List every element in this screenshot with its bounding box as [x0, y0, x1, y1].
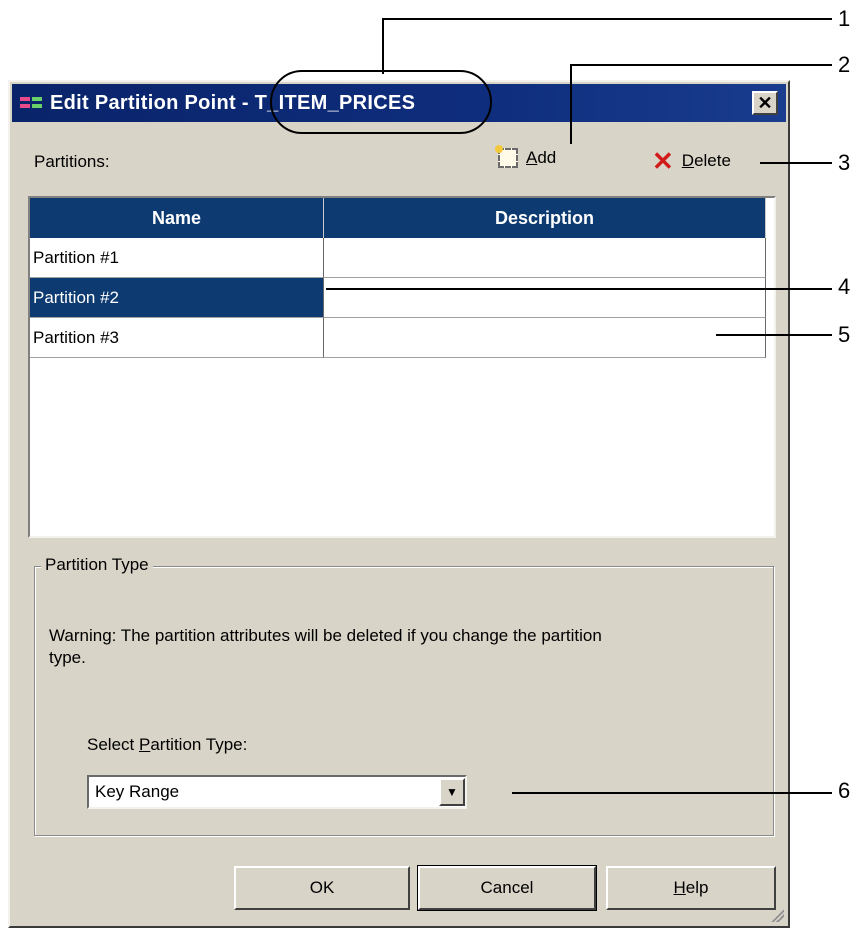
callout-3: 3: [838, 150, 851, 175]
table-row[interactable]: Partition #3: [30, 318, 774, 358]
callout-ellipse: [270, 70, 492, 134]
resize-grip[interactable]: [768, 906, 784, 922]
delete-partition-button[interactable]: ✕ Delete: [652, 148, 731, 174]
partition-type-group: Partition Type Warning: The partition at…: [34, 555, 774, 836]
partition-type-value: Key Range: [95, 782, 180, 801]
grid-header: Name Description: [30, 198, 774, 238]
add-partition-button[interactable]: Add: [495, 145, 557, 168]
callout-line-4: [326, 288, 832, 290]
callout-line-2-vertical: [570, 64, 572, 144]
callout-line-2: [570, 64, 832, 66]
add-label: Add: [526, 148, 557, 167]
partition-description-cell[interactable]: [324, 278, 766, 318]
app-icon: [20, 95, 44, 111]
partition-description-cell[interactable]: [324, 238, 766, 278]
help-button[interactable]: Help: [606, 866, 776, 910]
callout-1: 1: [838, 6, 851, 31]
cancel-button[interactable]: Cancel: [417, 865, 597, 911]
callout-line-3: [760, 162, 832, 164]
delete-label: Delete: [681, 151, 731, 170]
ok-button[interactable]: OK: [234, 866, 410, 910]
edit-partition-dialog: Edit Partition Point - T_ITEM_PRICES ✕ P…: [8, 80, 790, 928]
callout-line-1-vertical: [382, 18, 384, 74]
chevron-down-icon[interactable]: ▼: [439, 778, 465, 806]
callout-2: 2: [838, 52, 851, 77]
callout-line-1: [382, 18, 832, 20]
partitions-grid[interactable]: Name Description Partition #1 Partition …: [28, 196, 776, 538]
partition-type-legend: Partition Type: [41, 555, 153, 575]
delete-x-icon: ✕: [652, 146, 674, 176]
partition-type-select[interactable]: Key Range ▼: [87, 775, 467, 809]
partition-name-cell[interactable]: Partition #3: [30, 318, 324, 358]
callout-6: 6: [838, 778, 851, 803]
callout-5: 5: [838, 322, 851, 347]
partition-name-cell[interactable]: Partition #2: [30, 278, 324, 318]
add-partition-icon: [495, 145, 518, 168]
close-button[interactable]: ✕: [752, 91, 778, 115]
close-icon: ✕: [757, 93, 773, 113]
column-header-description[interactable]: Description: [324, 198, 766, 238]
table-row-selected[interactable]: Partition #2: [30, 278, 774, 318]
warning-text: Warning: The partition attributes will b…: [49, 626, 602, 667]
callout-line-5: [716, 334, 832, 336]
callout-line-6: [512, 792, 832, 794]
partitions-label: Partitions:: [34, 152, 110, 171]
table-row[interactable]: Partition #1: [30, 238, 774, 278]
column-header-name[interactable]: Name: [30, 198, 324, 238]
select-partition-type-label: Select Partition Type:: [87, 735, 248, 754]
partition-name-cell[interactable]: Partition #1: [30, 238, 324, 278]
partition-description-cell[interactable]: [324, 318, 766, 358]
callout-4: 4: [838, 274, 851, 299]
